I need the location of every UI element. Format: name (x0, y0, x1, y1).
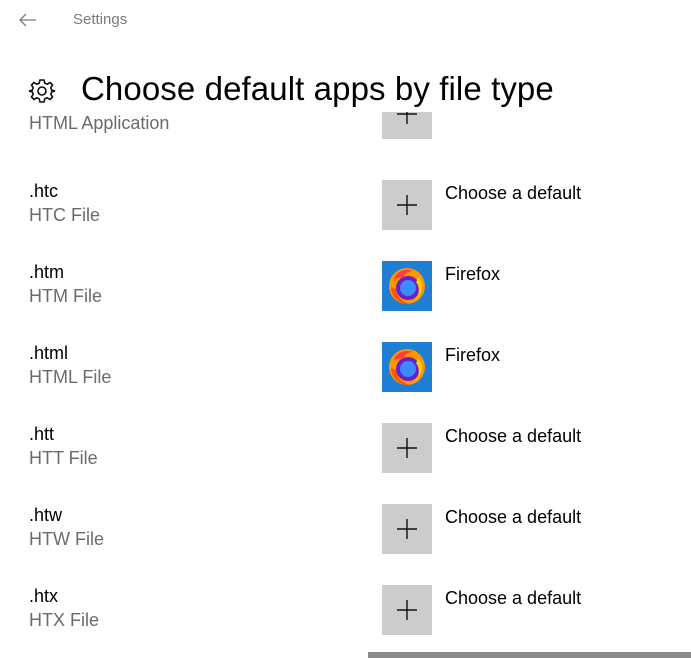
default-app-button[interactable] (382, 504, 432, 554)
list-item: .html HTML File Firefox (0, 342, 691, 423)
file-extension: .html (29, 343, 69, 363)
back-button[interactable] (14, 6, 42, 34)
gear-icon (28, 79, 56, 103)
firefox-icon (389, 268, 425, 305)
default-app-button[interactable] (382, 423, 432, 473)
file-extension: .htw (29, 505, 63, 525)
file-type-list: HTML Application .htc HTC File Choose a … (0, 112, 691, 658)
default-app-button[interactable] (382, 342, 432, 392)
default-app-label[interactable]: Choose a default (445, 426, 581, 447)
file-type-description: HTC File (29, 205, 100, 225)
file-type-description: HTX File (29, 610, 100, 630)
list-item: HTML Application (0, 112, 691, 183)
window-bottom-edge (368, 652, 691, 658)
plus-icon (397, 600, 417, 620)
file-type-description: HTW File (29, 529, 104, 549)
file-type-description: HTML Application (29, 113, 170, 133)
firefox-icon (389, 349, 425, 386)
default-app-button[interactable] (382, 585, 432, 635)
plus-icon (397, 438, 417, 458)
plus-icon (397, 112, 417, 124)
default-app-button[interactable] (382, 180, 432, 230)
default-app-button[interactable] (382, 112, 432, 139)
plus-icon (397, 195, 417, 215)
file-extension: .htm (29, 262, 65, 282)
default-app-label[interactable]: Firefox (445, 345, 500, 366)
window-title: Settings (73, 11, 128, 28)
file-type-description: HTM File (29, 286, 102, 306)
default-app-label[interactable]: Choose a default (445, 183, 581, 204)
page-title: Choose default apps by file type (81, 70, 554, 107)
file-extension: .htx (29, 586, 59, 606)
file-type-description: HTML File (29, 367, 112, 387)
file-type-description: HTT File (29, 448, 98, 468)
arrow-left-icon (19, 13, 36, 27)
default-app-label[interactable]: Choose a default (445, 588, 581, 609)
title-bar: Settings (0, 0, 691, 40)
default-app-label[interactable]: Firefox (445, 264, 500, 285)
list-item: .htc HTC File Choose a default (0, 180, 691, 261)
plus-icon (397, 519, 417, 539)
list-item: .htt HTT File Choose a default (0, 423, 691, 504)
list-item: .htx HTX File Choose a default (0, 585, 691, 658)
list-item: .htm HTM File Firefox (0, 261, 691, 342)
page-header: Choose default apps by file type (0, 66, 691, 118)
default-app-button[interactable] (382, 261, 432, 311)
list-item: .htw HTW File Choose a default (0, 504, 691, 585)
file-extension: .htt (29, 424, 55, 444)
default-app-label[interactable]: Choose a default (445, 507, 581, 528)
file-extension: .htc (29, 181, 59, 201)
